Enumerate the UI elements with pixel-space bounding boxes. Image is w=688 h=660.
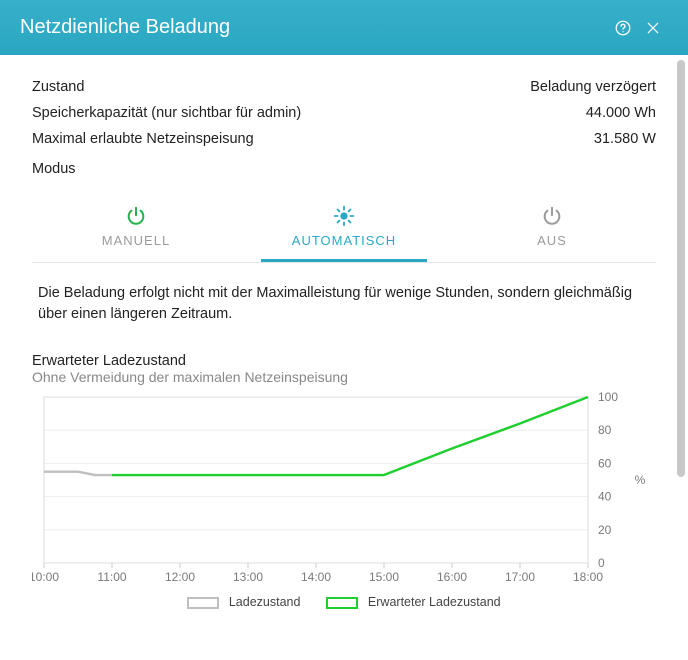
help-icon: [614, 19, 632, 37]
legend-item-ladezustand: Ladezustand: [187, 595, 300, 609]
chart-legend: Ladezustand Erwarteter Ladezustand: [32, 595, 656, 609]
close-button[interactable]: [638, 13, 668, 43]
mode-description: Die Beladung erfolgt nicht mit der Maxim…: [38, 283, 650, 325]
svg-text:13:00: 13:00: [233, 570, 263, 584]
status-row-state: Zustand Beladung verzögert: [32, 79, 656, 95]
svg-text:%: %: [635, 473, 646, 487]
dialog-content: Zustand Beladung verzögert Speicherkapaz…: [0, 55, 688, 660]
tab-automatisch[interactable]: AUTOMATISCH: [240, 195, 448, 262]
status-capacity-value: 44.000 Wh: [586, 105, 656, 121]
divider: [32, 262, 656, 263]
svg-text:12:00: 12:00: [165, 570, 195, 584]
svg-text:40: 40: [598, 490, 612, 504]
svg-text:0: 0: [598, 556, 605, 570]
scrollbar-thumb[interactable]: [677, 60, 685, 477]
svg-text:10:00: 10:00: [32, 570, 59, 584]
power-icon: [125, 205, 147, 227]
help-button[interactable]: [608, 13, 638, 43]
svg-text:18:00: 18:00: [573, 570, 603, 584]
tab-aus-label: AUS: [537, 233, 567, 248]
status-state-label: Zustand: [32, 79, 84, 95]
tab-automatisch-label: AUTOMATISCH: [292, 233, 396, 248]
power-icon: [541, 205, 563, 227]
chart-subtitle: Ohne Vermeidung der maximalen Netzeinspe…: [32, 369, 656, 385]
legend-label: Ladezustand: [229, 595, 301, 609]
tab-manuell[interactable]: MANUELL: [32, 195, 240, 262]
status-capacity-label: Speicherkapazität (nur sichtbar für admi…: [32, 105, 301, 121]
tab-aus[interactable]: AUS: [448, 195, 656, 262]
status-feedin-value: 31.580 W: [594, 131, 656, 147]
close-icon: [645, 20, 661, 36]
legend-swatch: [326, 597, 358, 609]
legend-item-erwartet: Erwarteter Ladezustand: [326, 595, 500, 609]
status-feedin-label: Maximal erlaubte Netzeinspeisung: [32, 131, 254, 147]
svg-text:60: 60: [598, 456, 612, 470]
status-row-feedin: Maximal erlaubte Netzeinspeisung 31.580 …: [32, 131, 656, 147]
chart-title: Erwarteter Ladezustand: [32, 353, 656, 369]
svg-text:20: 20: [598, 523, 612, 537]
sun-icon: [332, 205, 356, 227]
legend-label: Erwarteter Ladezustand: [368, 595, 501, 609]
svg-text:16:00: 16:00: [437, 570, 467, 584]
svg-text:100: 100: [598, 391, 618, 404]
svg-text:11:00: 11:00: [97, 570, 126, 584]
status-row-capacity: Speicherkapazität (nur sichtbar für admi…: [32, 105, 656, 121]
dialog-title: Netzdienliche Beladung: [20, 16, 608, 39]
scrollbar[interactable]: [677, 60, 685, 655]
tab-manuell-label: MANUELL: [102, 233, 170, 248]
svg-text:15:00: 15:00: [369, 570, 399, 584]
legend-swatch: [187, 597, 219, 609]
chart-plot: 0 20 40 60 80 100 10:00 11:00 12:00 13:00 14:00 15:…: [32, 391, 656, 591]
titlebar: Netzdienliche Beladung: [0, 0, 688, 55]
dialog: Netzdienliche Beladung Zustand Beladung …: [0, 0, 688, 660]
mode-label: Modus: [32, 161, 656, 177]
status-state-value: Beladung verzögert: [530, 79, 656, 95]
mode-tabs: MANUELL AUTOMATISCH AUS: [32, 195, 656, 262]
svg-text:80: 80: [598, 423, 612, 437]
svg-text:14:00: 14:00: [301, 570, 331, 584]
chart: 0 20 40 60 80 100 10:00 11:00 12:00 13:00 14:00 15:…: [32, 391, 656, 591]
svg-text:17:00: 17:00: [505, 570, 535, 584]
